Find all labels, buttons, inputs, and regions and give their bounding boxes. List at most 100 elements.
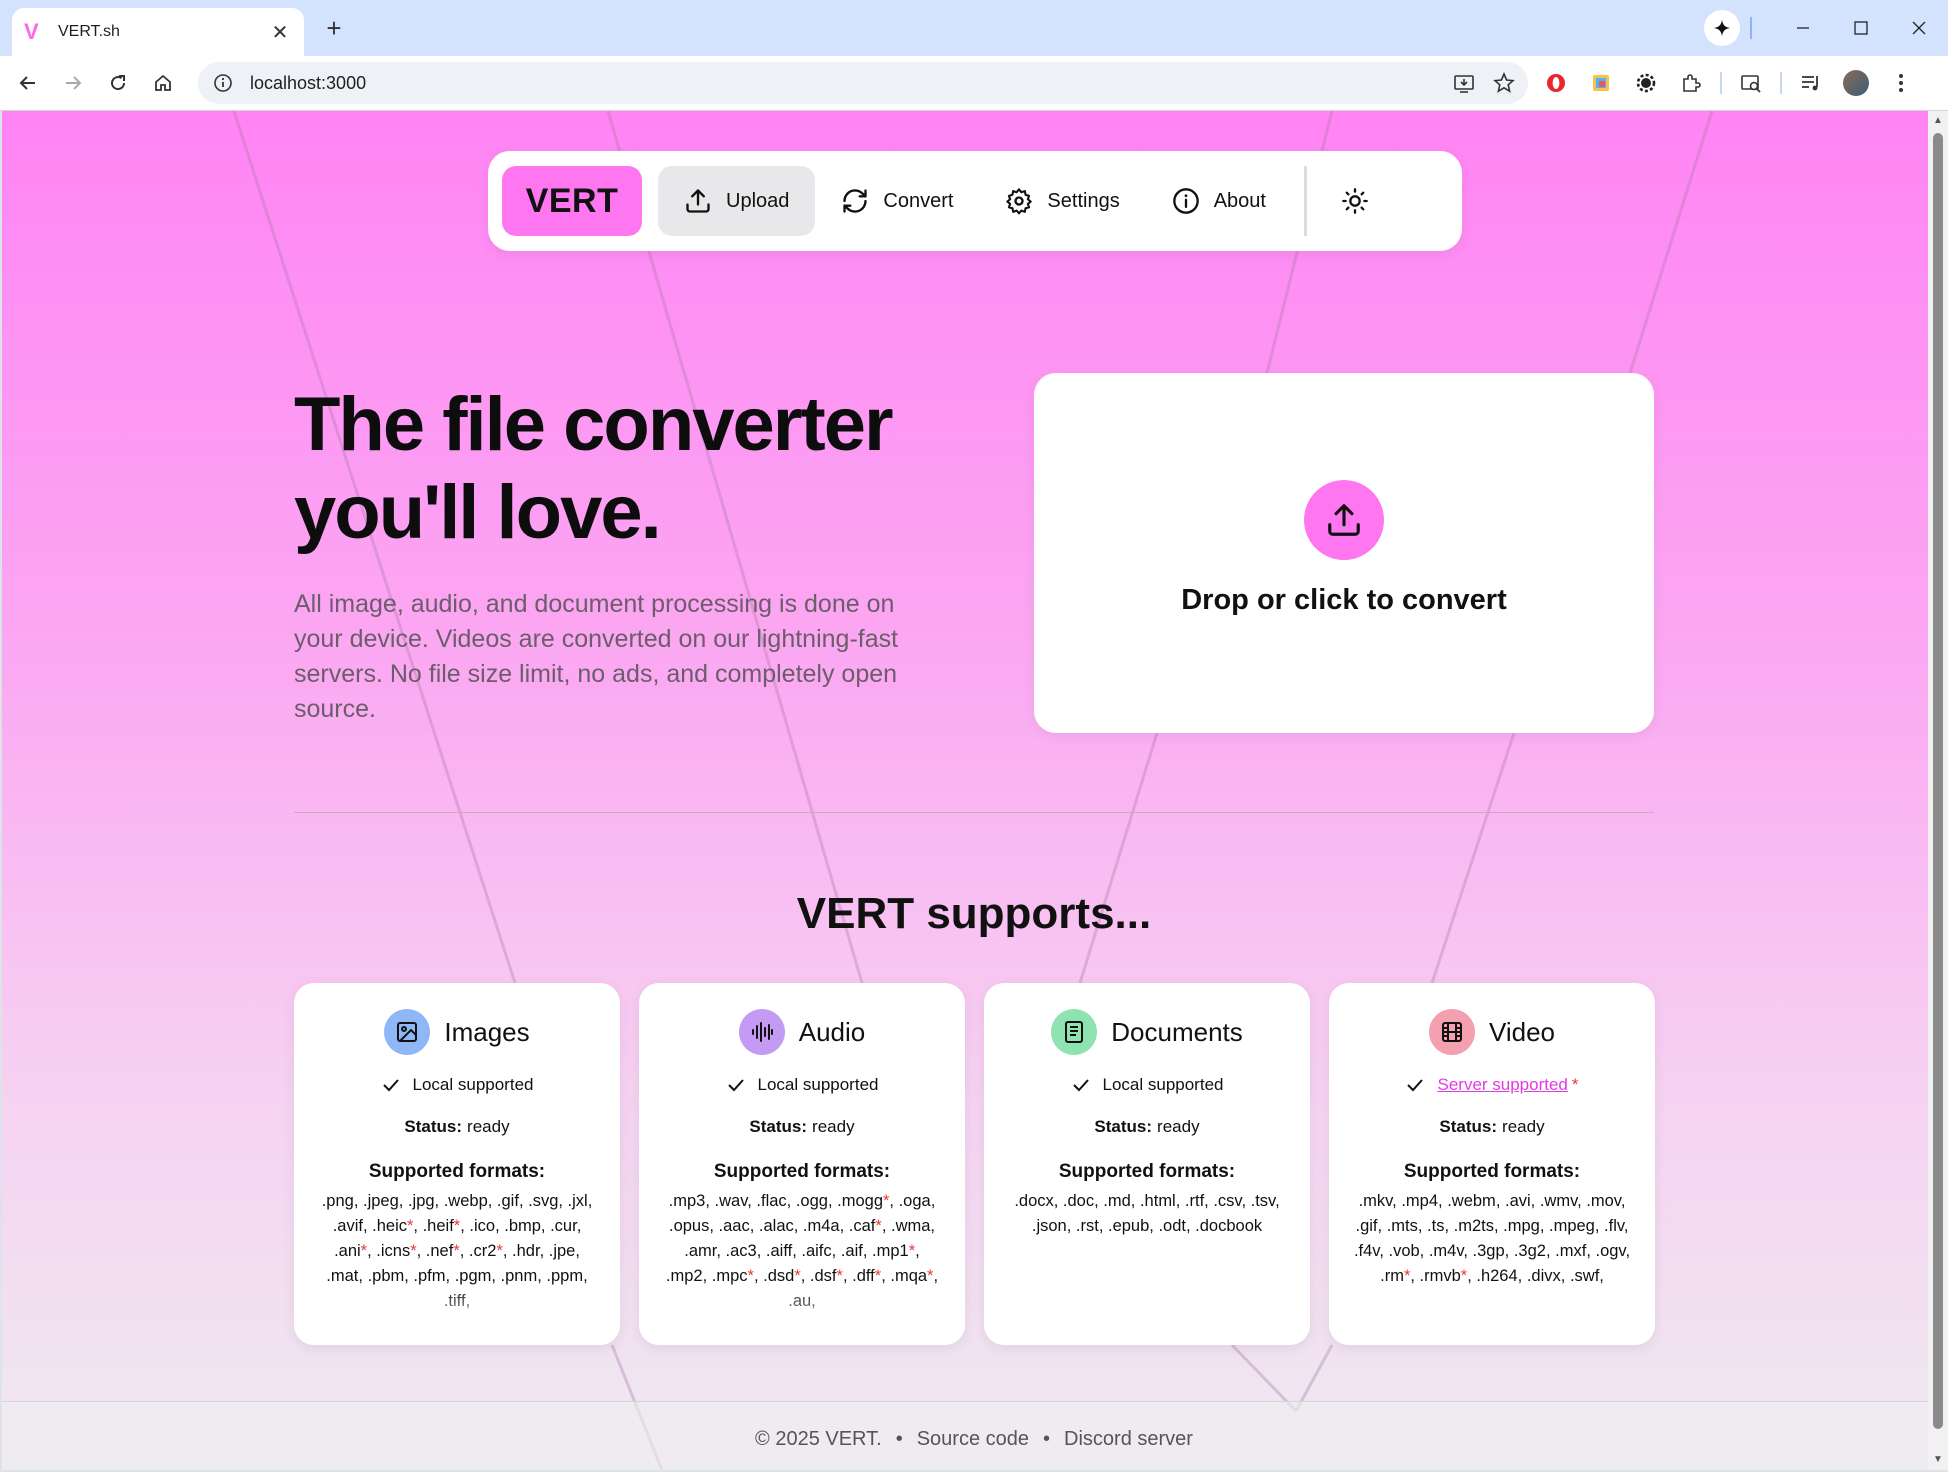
- page-scrollbar[interactable]: ▲ ▼: [1928, 111, 1948, 1470]
- tab-close-button[interactable]: ✕: [268, 20, 292, 45]
- format-item: .h264,: [1476, 1267, 1527, 1285]
- status-value: ready: [1502, 1117, 1545, 1136]
- format-item: .mpeg,: [1549, 1217, 1605, 1235]
- window-controls: [1704, 0, 1948, 56]
- extensions-row: [1540, 67, 1930, 99]
- format-item: .rmvb*,: [1419, 1267, 1477, 1285]
- site-info-icon[interactable]: [210, 70, 236, 96]
- format-item: .dsd*,: [763, 1267, 810, 1285]
- format-item: .rm*,: [1380, 1267, 1420, 1285]
- install-app-icon[interactable]: [1448, 67, 1480, 99]
- format-item: .alac,: [758, 1217, 803, 1235]
- menu-kebab-icon[interactable]: [1885, 67, 1917, 99]
- formats-list: .docx, .doc, .md, .html, .rtf, .csv, .ts…: [1007, 1189, 1287, 1239]
- formats-title: Supported formats:: [1058, 1161, 1236, 1182]
- format-item: .mkv,: [1358, 1192, 1402, 1210]
- status-label: Status:: [1094, 1117, 1153, 1136]
- card-title: Images: [444, 1016, 530, 1047]
- format-item: .heif*,: [422, 1217, 470, 1235]
- page-footer: © 2025 VERT. • Source code • Discord server: [2, 1401, 1928, 1470]
- format-item: .aiff,: [765, 1242, 802, 1260]
- card-fade: [639, 1285, 965, 1345]
- status-value: ready: [812, 1117, 855, 1136]
- scroll-down-arrow[interactable]: ▼: [1932, 1454, 1944, 1466]
- section-divider: [294, 812, 1654, 813]
- back-button[interactable]: [12, 67, 44, 99]
- format-item: .bmp,: [504, 1217, 551, 1235]
- tab-search-icon[interactable]: [1735, 67, 1767, 99]
- format-item: .odt,: [1158, 1217, 1196, 1235]
- nav-upload[interactable]: Upload: [658, 166, 816, 236]
- format-item: .flv,: [1604, 1217, 1629, 1235]
- formats-title: Supported formats:: [368, 1161, 546, 1182]
- puzzle-extensions-icon[interactable]: [1675, 67, 1707, 99]
- card-support: Server supported *: [1329, 1075, 1655, 1095]
- vert-favicon-icon: V: [24, 19, 39, 44]
- maximize-button[interactable]: [1832, 0, 1890, 56]
- media-controls-icon[interactable]: [1795, 67, 1827, 99]
- nav-settings[interactable]: Settings: [979, 166, 1145, 236]
- format-item: .rtf,: [1184, 1192, 1214, 1210]
- browser-tab[interactable]: V VERT.sh ✕: [12, 8, 304, 56]
- nav-convert-label: Convert: [883, 189, 954, 212]
- card-icon-wrap: [1051, 1009, 1098, 1055]
- theme-toggle-button[interactable]: [1331, 177, 1379, 225]
- copyright-text: © 2025 VERT.: [755, 1428, 882, 1450]
- discord-server-link[interactable]: Discord server: [1064, 1428, 1193, 1450]
- format-item: .svg,: [528, 1192, 568, 1210]
- card-header: Documents: [984, 1009, 1310, 1055]
- source-code-link[interactable]: Source code: [917, 1428, 1029, 1450]
- forward-button[interactable]: [57, 67, 89, 99]
- browser-toolbar: localhost:3000: [0, 56, 1948, 111]
- opera-extension-icon[interactable]: [1540, 67, 1572, 99]
- card-support: Local supported: [984, 1075, 1310, 1095]
- format-item: .png,: [321, 1192, 363, 1210]
- bookmark-star-icon[interactable]: [1488, 67, 1520, 99]
- card-status: Status: ready: [984, 1117, 1310, 1137]
- format-item: .cr2*,: [468, 1242, 513, 1260]
- format-item: .nef*,: [425, 1242, 469, 1260]
- format-item: .3g2,: [1513, 1242, 1556, 1260]
- nav-settings-label: Settings: [1047, 189, 1120, 212]
- scroll-thumb[interactable]: [1933, 133, 1943, 1429]
- format-item: .json,: [1031, 1217, 1076, 1235]
- reload-button[interactable]: [102, 67, 134, 99]
- card-title: Video: [1488, 1016, 1556, 1047]
- format-item: .pgm,: [454, 1267, 501, 1285]
- format-item: .amr,: [684, 1242, 726, 1260]
- card-header: Audio: [639, 1009, 965, 1055]
- format-item: .aac,: [718, 1217, 759, 1235]
- close-window-button[interactable]: [1890, 0, 1948, 56]
- file-dropzone[interactable]: Drop or click to convert: [1034, 373, 1654, 733]
- format-item: .mqa*,: [890, 1267, 939, 1285]
- toolbar-divider: [1720, 72, 1722, 94]
- minimize-button[interactable]: [1774, 0, 1832, 56]
- format-item: .mts,: [1386, 1217, 1428, 1235]
- new-tab-button[interactable]: +: [318, 12, 350, 44]
- avatar: [1843, 70, 1869, 96]
- home-button[interactable]: [147, 67, 179, 99]
- dropzone-upload-button[interactable]: [1304, 479, 1384, 560]
- format-item: .wma,: [890, 1217, 935, 1235]
- colorpicker-extension-icon[interactable]: [1585, 67, 1617, 99]
- profile-avatar[interactable]: [1840, 67, 1872, 99]
- document-icon: [1065, 1021, 1084, 1043]
- format-item: .jpeg,: [362, 1192, 408, 1210]
- server-supported-link[interactable]: Server supported: [1437, 1075, 1567, 1095]
- status-value: ready: [1157, 1117, 1200, 1136]
- format-item: .dsf*,: [809, 1267, 853, 1285]
- format-item: .webm,: [1447, 1192, 1505, 1210]
- format-item: .swf,: [1569, 1267, 1604, 1285]
- gear-extension-icon[interactable]: [1630, 67, 1662, 99]
- format-item: .f4v,: [1353, 1242, 1389, 1260]
- nav-about[interactable]: About: [1146, 166, 1292, 236]
- gemini-sparkle-icon[interactable]: [1704, 10, 1740, 46]
- nav-convert[interactable]: Convert: [815, 166, 979, 236]
- format-item: .cur,: [550, 1217, 582, 1235]
- vert-logo[interactable]: VERT: [502, 166, 642, 236]
- format-item: .gif,: [496, 1192, 529, 1210]
- sun-icon: [1342, 188, 1368, 214]
- browser-tabstrip: V VERT.sh ✕ +: [0, 0, 1948, 56]
- scroll-up-arrow[interactable]: ▲: [1932, 115, 1944, 127]
- address-bar[interactable]: localhost:3000: [198, 62, 1528, 104]
